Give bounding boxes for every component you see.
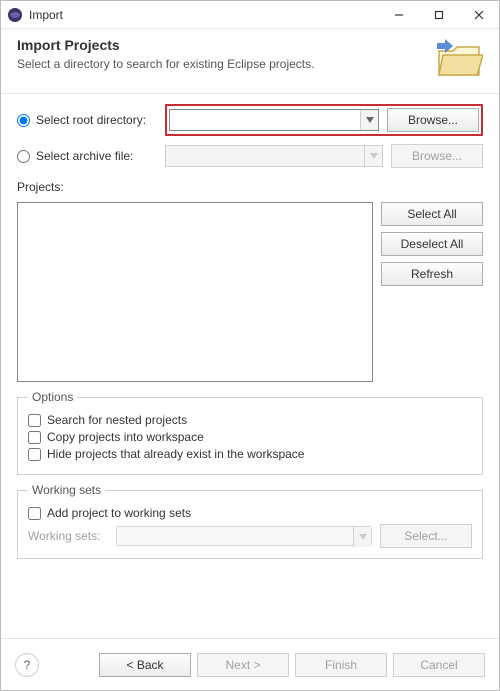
folder-import-icon <box>435 37 483 81</box>
nested-projects-checkbox[interactable] <box>28 414 41 427</box>
titlebar: Import <box>1 1 499 29</box>
browse-archive-button: Browse... <box>391 144 483 168</box>
hide-existing-label: Hide projects that already exist in the … <box>47 447 304 461</box>
wizard-banner: Import Projects Select a directory to se… <box>1 29 499 94</box>
chevron-down-icon[interactable] <box>360 110 378 130</box>
window-title: Import <box>29 8 379 22</box>
eclipse-icon <box>7 7 23 23</box>
wizard-button-bar: ? < Back Next > Finish Cancel <box>1 638 499 690</box>
refresh-button[interactable]: Refresh <box>381 262 483 286</box>
page-description: Select a directory to search for existin… <box>17 57 435 71</box>
import-dialog: Import Import Projects Select a director… <box>0 0 500 691</box>
hide-existing-checkbox[interactable] <box>28 448 41 461</box>
chevron-down-icon <box>353 527 371 547</box>
archive-file-radio-label[interactable]: Select archive file: <box>17 149 157 163</box>
root-directory-input[interactable] <box>169 109 379 131</box>
select-all-button[interactable]: Select All <box>381 202 483 226</box>
page-title: Import Projects <box>17 37 435 53</box>
chevron-down-icon <box>364 146 382 166</box>
archive-file-label: Select archive file: <box>36 149 133 163</box>
options-group: Options Search for nested projects Copy … <box>17 390 483 475</box>
archive-file-input <box>165 145 383 167</box>
maximize-button[interactable] <box>419 1 459 29</box>
working-sets-field-label: Working sets: <box>28 529 108 543</box>
add-working-sets-option[interactable]: Add project to working sets <box>28 506 472 520</box>
browse-root-button[interactable]: Browse... <box>387 108 479 132</box>
projects-label: Projects: <box>17 180 483 194</box>
working-sets-combo <box>116 526 372 546</box>
deselect-all-button[interactable]: Deselect All <box>381 232 483 256</box>
copy-workspace-option[interactable]: Copy projects into workspace <box>28 430 472 444</box>
select-working-sets-button: Select... <box>380 524 472 548</box>
hide-existing-option[interactable]: Hide projects that already exist in the … <box>28 447 472 461</box>
root-directory-radio-label[interactable]: Select root directory: <box>17 113 157 127</box>
finish-button: Finish <box>295 653 387 677</box>
working-sets-legend: Working sets <box>28 483 105 497</box>
nested-projects-label: Search for nested projects <box>47 413 187 427</box>
back-button[interactable]: < Back <box>99 653 191 677</box>
archive-file-radio[interactable] <box>17 150 30 163</box>
minimize-button[interactable] <box>379 1 419 29</box>
root-directory-row: Select root directory: Browse... <box>17 104 483 136</box>
root-directory-label: Select root directory: <box>36 113 146 127</box>
nested-projects-option[interactable]: Search for nested projects <box>28 413 472 427</box>
add-working-sets-label: Add project to working sets <box>47 506 191 520</box>
working-sets-group: Working sets Add project to working sets… <box>17 483 483 559</box>
add-working-sets-checkbox[interactable] <box>28 507 41 520</box>
archive-file-row: Select archive file: Browse... <box>17 144 483 168</box>
copy-workspace-checkbox[interactable] <box>28 431 41 444</box>
root-directory-radio[interactable] <box>17 114 30 127</box>
close-button[interactable] <box>459 1 499 29</box>
copy-workspace-label: Copy projects into workspace <box>47 430 204 444</box>
highlight-box: Browse... <box>165 104 483 136</box>
options-legend: Options <box>28 390 77 404</box>
help-button[interactable]: ? <box>15 653 39 677</box>
cancel-button: Cancel <box>393 653 485 677</box>
next-button: Next > <box>197 653 289 677</box>
projects-list[interactable] <box>17 202 373 382</box>
